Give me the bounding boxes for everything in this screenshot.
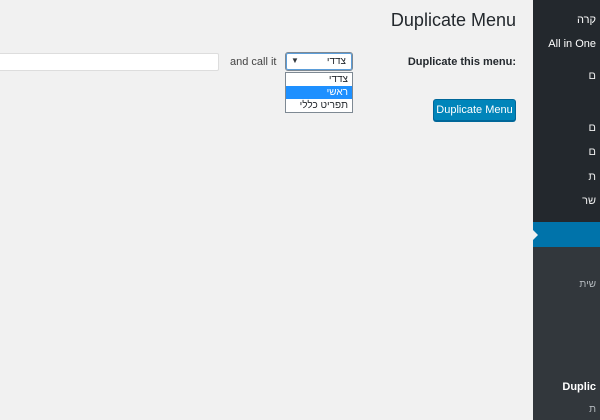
admin-sidebar: קרה All in One ם ם ם ת שר שית Duplic ת xyxy=(533,0,600,420)
sidebar-item[interactable]: ם xyxy=(589,146,596,158)
sidebar-subitem[interactable]: ת xyxy=(589,404,596,415)
sidebar-active-item[interactable] xyxy=(533,222,600,247)
sidebar-item[interactable]: ם xyxy=(589,70,596,82)
menu-option[interactable]: ראשי xyxy=(286,86,352,99)
new-menu-name-input[interactable] xyxy=(0,53,219,71)
menu-select-dropdown: צדדי ראשי תפריט כללי xyxy=(285,72,353,113)
sidebar-item[interactable]: שר xyxy=(582,195,596,207)
sidebar-subitem[interactable]: שית xyxy=(579,279,596,290)
page-title: Duplicate Menu xyxy=(390,10,516,30)
and-call-it-label: and call it xyxy=(230,56,277,68)
menu-option[interactable]: צדדי xyxy=(286,73,352,86)
sidebar-item[interactable]: ת xyxy=(588,171,596,183)
menu-select-value: צדדי xyxy=(326,56,346,67)
duplicate-menu-button[interactable]: Duplicate Menu xyxy=(433,99,516,121)
sidebar-item[interactable]: All in One xyxy=(548,38,596,50)
chevron-down-icon: ▼ xyxy=(291,56,299,65)
duplicate-menu-label: Duplicate this menu: xyxy=(407,56,516,68)
menu-select[interactable]: ▼ צדדי xyxy=(285,52,353,71)
active-arrow-icon xyxy=(533,229,538,241)
menu-option[interactable]: תפריט כללי xyxy=(286,99,352,112)
sidebar-item[interactable]: ם xyxy=(589,122,596,134)
main-content: Duplicate Menu Duplicate this menu: ▼ צד… xyxy=(0,0,533,420)
sidebar-item[interactable]: קרה xyxy=(577,14,596,26)
submenu-panel xyxy=(533,243,600,420)
sidebar-subitem[interactable]: Duplic xyxy=(562,381,596,393)
